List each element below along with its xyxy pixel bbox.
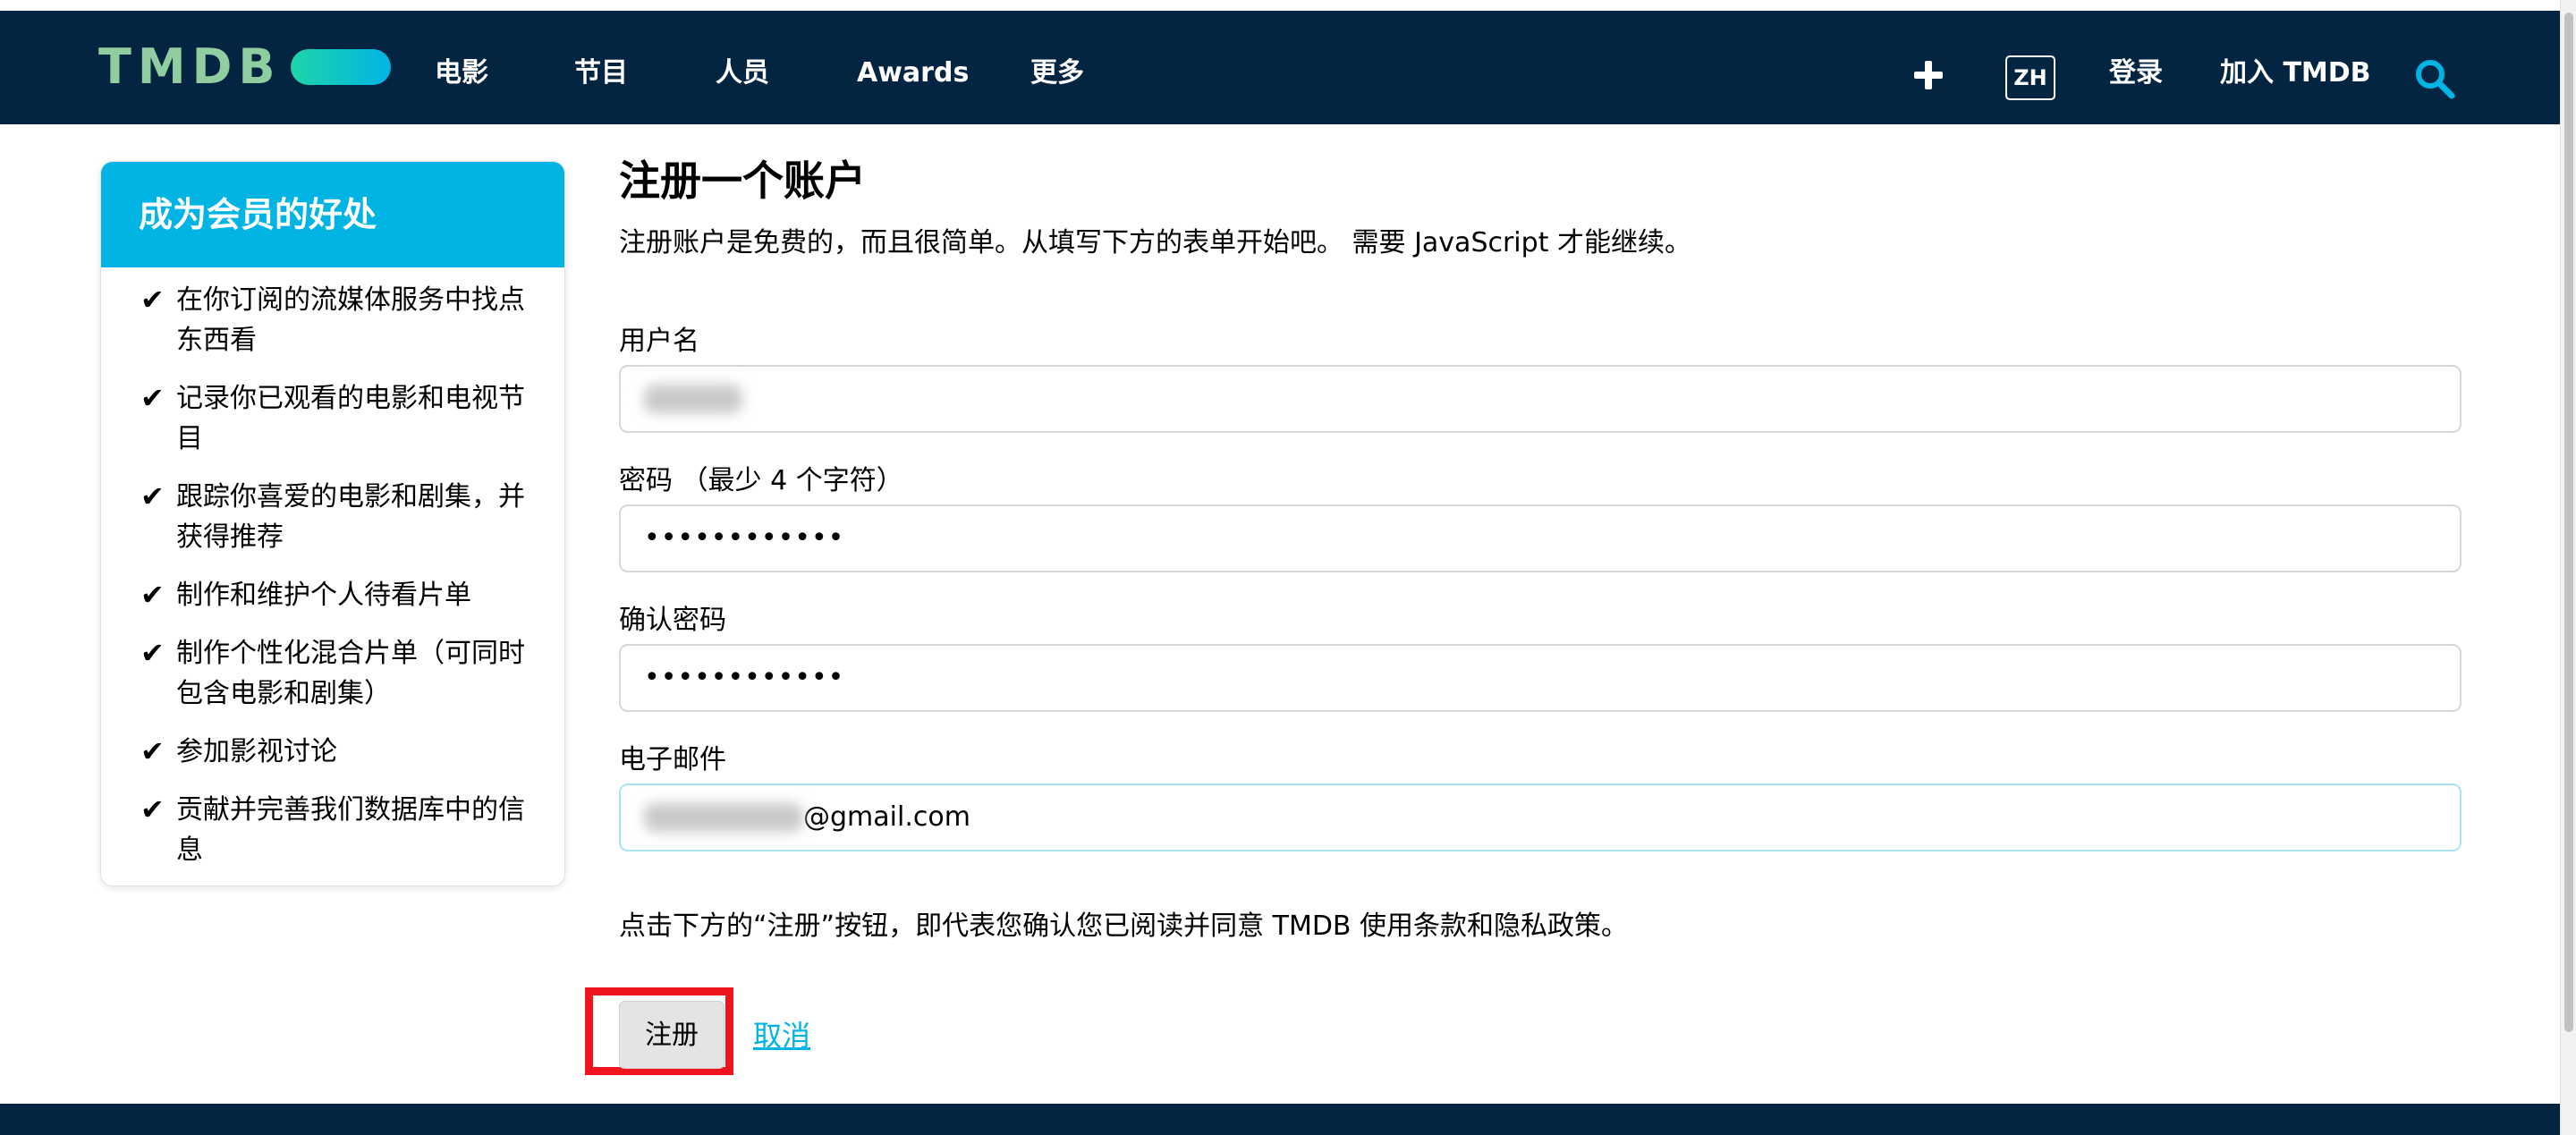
check-icon: ✔ bbox=[140, 792, 165, 826]
confirm-password-value: •••••••••••• bbox=[644, 662, 845, 693]
benefit-item: ✔ 记录你已观看的电影和电视节目 bbox=[140, 378, 543, 459]
login-link[interactable]: 登录 bbox=[2109, 55, 2163, 91]
plus-icon[interactable] bbox=[1914, 61, 1943, 89]
benefit-item: ✔ 制作和维护个人待看片单 bbox=[140, 575, 543, 615]
tmdb-logo[interactable]: TMDB bbox=[98, 38, 391, 97]
confirm-password-label: 确认密码 bbox=[619, 605, 726, 636]
benefit-item: ✔ 贡献并完善我们数据库中的信息 bbox=[140, 790, 543, 870]
check-icon: ✔ bbox=[140, 381, 165, 415]
cancel-link[interactable]: 取消 bbox=[753, 1016, 810, 1055]
language-selector[interactable]: ZH bbox=[2005, 55, 2055, 100]
confirm-password-field[interactable]: •••••••••••• bbox=[619, 644, 2462, 712]
terms-notice: 点击下方的“注册”按钮，即代表您确认您已阅读并同意 TMDB 使用条款和隐私政策… bbox=[619, 911, 1629, 942]
nav-people[interactable]: 人员 bbox=[716, 55, 769, 91]
benefit-text: 贡献并完善我们数据库中的信息 bbox=[176, 794, 525, 866]
check-icon: ✔ bbox=[140, 578, 165, 612]
page-title: 注册一个账户 bbox=[619, 157, 866, 205]
nav-more[interactable]: 更多 bbox=[1030, 55, 1084, 91]
top-navigation-bar: TMDB 电影 节目 人员 Awards 更多 ZH 登录 加入 TMDB bbox=[0, 11, 2560, 124]
benefit-text: 记录你已观看的电影和电视节目 bbox=[176, 383, 525, 454]
username-label: 用户名 bbox=[619, 326, 699, 357]
benefit-item: ✔ 制作个性化混合片单（可同时包含电影和剧集） bbox=[140, 633, 543, 714]
search-icon[interactable] bbox=[2413, 57, 2456, 100]
logo-pill-icon bbox=[290, 49, 391, 85]
nav-movies[interactable]: 电影 bbox=[435, 55, 488, 91]
password-label: 密码 （最少 4 个字符） bbox=[619, 465, 903, 496]
check-icon: ✔ bbox=[140, 734, 165, 768]
nav-awards[interactable]: Awards bbox=[857, 55, 969, 91]
join-tmdb-link[interactable]: 加入 TMDB bbox=[2220, 55, 2371, 91]
logo-text: TMDB bbox=[98, 38, 282, 95]
benefit-item: ✔ 参加影视讨论 bbox=[140, 732, 543, 772]
check-icon: ✔ bbox=[140, 283, 165, 317]
intro-text: 注册账户是免费的，而且很简单。从填写下方的表单开始吧。 需要 JavaScrip… bbox=[619, 227, 1691, 258]
password-field[interactable]: •••••••••••• bbox=[619, 504, 2462, 572]
email-domain: @gmail.com bbox=[803, 801, 970, 833]
benefit-text: 制作个性化混合片单（可同时包含电影和剧集） bbox=[176, 638, 525, 709]
benefits-title: 成为会员的好处 bbox=[101, 162, 564, 267]
username-field[interactable] bbox=[619, 365, 2462, 433]
redacted-email-user bbox=[644, 803, 803, 832]
password-value: •••••••••••• bbox=[644, 522, 845, 554]
nav-tv-shows[interactable]: 节目 bbox=[574, 55, 628, 91]
benefit-text: 在你订阅的流媒体服务中找点东西看 bbox=[176, 284, 525, 356]
page-scrollbar[interactable] bbox=[2560, 0, 2576, 1135]
member-benefits-card: 成为会员的好处 ✔ 在你订阅的流媒体服务中找点东西看 ✔ 记录你已观看的电影和电… bbox=[100, 161, 565, 886]
benefit-text: 跟踪你喜爱的电影和剧集，并获得推荐 bbox=[176, 481, 525, 553]
register-button[interactable]: 注册 bbox=[619, 1001, 724, 1069]
benefit-item: ✔ 在你订阅的流媒体服务中找点东西看 bbox=[140, 280, 543, 360]
benefit-text: 参加影视讨论 bbox=[176, 736, 337, 767]
benefit-text: 制作和维护个人待看片单 bbox=[176, 580, 471, 611]
benefit-item: ✔ 跟踪你喜爱的电影和剧集，并获得推荐 bbox=[140, 477, 543, 557]
check-icon: ✔ bbox=[140, 479, 165, 513]
scrollbar-thumb[interactable] bbox=[2564, 13, 2573, 1032]
check-icon: ✔ bbox=[140, 636, 165, 670]
footer-bar bbox=[0, 1104, 2560, 1135]
email-field[interactable]: @gmail.com bbox=[619, 783, 2462, 851]
email-label: 电子邮件 bbox=[619, 744, 726, 775]
redacted-username bbox=[644, 385, 742, 413]
